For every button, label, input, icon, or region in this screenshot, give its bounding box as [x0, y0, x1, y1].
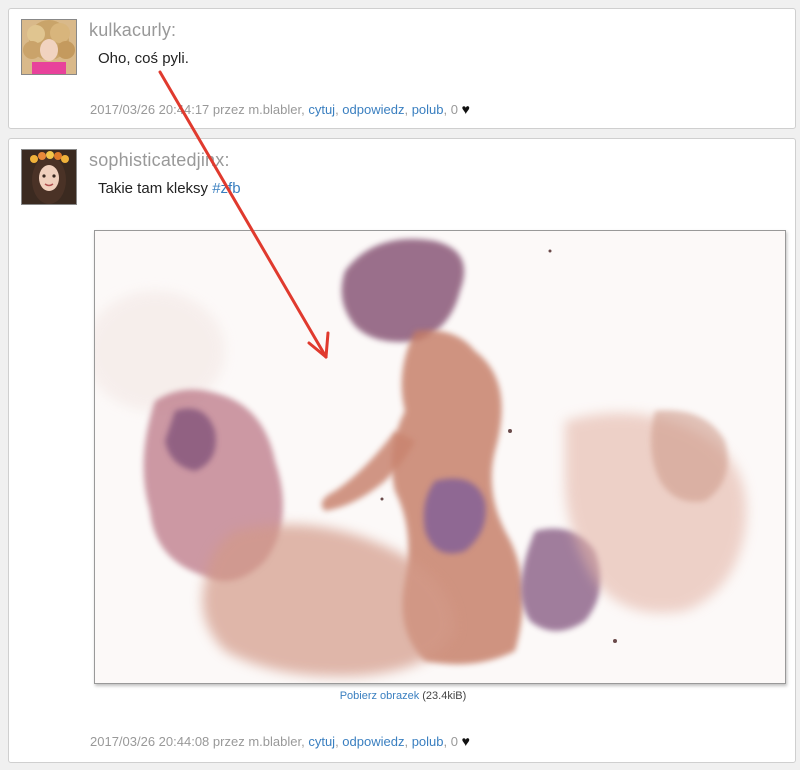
heart-icon[interactable]: ♥: [462, 101, 470, 117]
author-name[interactable]: kulkacurly:: [89, 20, 176, 41]
by-user: m.blabler,: [248, 734, 305, 749]
avatar[interactable]: [21, 149, 77, 205]
watercolor-painting-icon: [95, 231, 785, 683]
comment-text: Oho, coś pyli.: [98, 50, 189, 67]
curly-hair-avatar-icon: [22, 20, 76, 74]
attached-image[interactable]: [94, 230, 786, 684]
file-size: (23.4kiB): [422, 690, 467, 702]
flower-crown-avatar-icon: [22, 150, 76, 204]
comment-meta: 2017/03/26 20:44:17 przez m.blabler, cyt…: [90, 101, 470, 117]
author-name[interactable]: sophisticatedjinx:: [89, 150, 230, 171]
heart-icon[interactable]: ♥: [462, 733, 470, 749]
timestamp: 2017/03/26 20:44:08: [90, 734, 210, 749]
quote-link[interactable]: cytuj: [308, 102, 335, 117]
reply-link[interactable]: odpowiedz: [342, 102, 404, 117]
by-user: m.blabler,: [248, 102, 305, 117]
like-count: 0: [450, 734, 458, 749]
avatar[interactable]: [21, 19, 77, 75]
hashtag-link[interactable]: #zfb: [212, 180, 240, 197]
comment-body: Takie tam kleksy: [98, 180, 209, 197]
image-download: Pobierz obrazek (23.4kiB): [9, 690, 797, 702]
download-image-link[interactable]: Pobierz obrazek: [340, 690, 420, 702]
like-link[interactable]: polub: [412, 102, 444, 117]
comment-text: Takie tam kleksy #zfb: [98, 180, 241, 197]
comment-card: sophisticatedjinx: Takie tam kleksy #zfb: [8, 138, 796, 763]
like-count: 0: [450, 102, 458, 117]
comment-card: kulkacurly: Oho, coś pyli. 2017/03/26 20…: [8, 8, 796, 129]
by-prefix: przez: [212, 734, 245, 749]
like-link[interactable]: polub: [412, 734, 444, 749]
comment-meta: 2017/03/26 20:44:08 przez m.blabler, cyt…: [90, 733, 470, 749]
reply-link[interactable]: odpowiedz: [342, 734, 404, 749]
by-prefix: przez: [212, 102, 245, 117]
timestamp: 2017/03/26 20:44:17: [90, 102, 210, 117]
quote-link[interactable]: cytuj: [308, 734, 335, 749]
